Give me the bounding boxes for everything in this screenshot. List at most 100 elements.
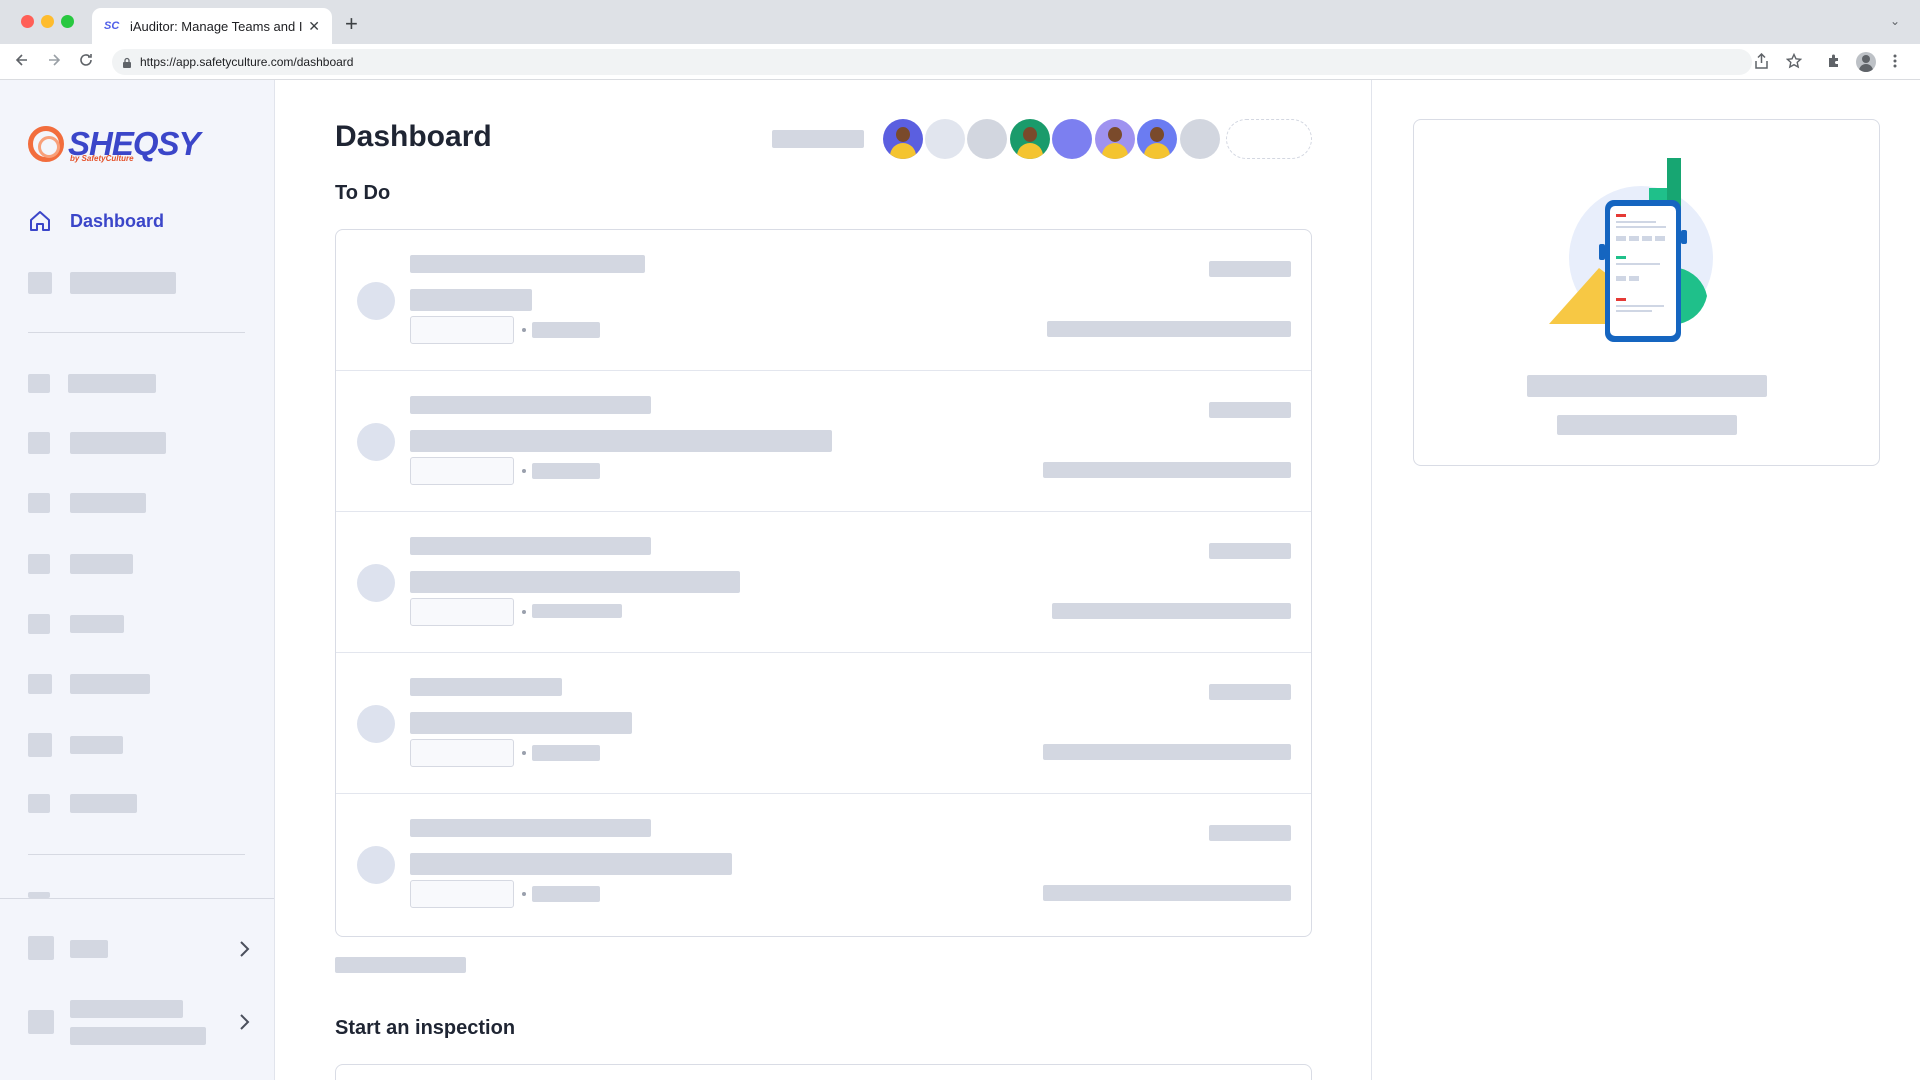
row-title-placeholder: [410, 396, 651, 414]
row-avatar-placeholder: [357, 282, 395, 320]
sidebar-item-icon-placeholder: [28, 936, 54, 960]
row-meta-placeholder: [532, 322, 600, 338]
sidebar-bottom-divider: [0, 898, 274, 899]
sidebar-item-placeholder: [70, 1027, 206, 1045]
sidebar-item-placeholder[interactable]: [70, 554, 133, 574]
row-meta-placeholder: [532, 463, 600, 479]
row-meta-placeholder: [532, 886, 600, 902]
row-title-placeholder: [410, 819, 651, 837]
analytics-phone-illustration-icon: [1549, 158, 1713, 342]
row-separator-dot: [522, 751, 526, 755]
row-date-placeholder: [1209, 825, 1291, 841]
avatar[interactable]: [1095, 119, 1135, 159]
promo-card: [1413, 119, 1880, 466]
sidebar-divider: [28, 854, 245, 855]
sidebar-divider: [28, 332, 245, 333]
sidebar: SHEQSY by SafetyCulture Dashboard: [0, 80, 275, 1080]
row-status-placeholder: [1043, 885, 1291, 901]
chevron-right-icon[interactable]: [238, 940, 250, 958]
sidebar-item-icon-placeholder: [28, 493, 50, 513]
start-inspection-card[interactable]: [335, 1064, 1312, 1080]
sidebar-item-icon-placeholder: [28, 432, 50, 454]
tab-close-icon[interactable]: ✕: [308, 18, 320, 35]
reload-icon[interactable]: [78, 52, 94, 68]
avatar[interactable]: [925, 119, 965, 159]
todo-row[interactable]: [336, 512, 1311, 653]
profile-icon[interactable]: [1856, 52, 1876, 72]
row-date-placeholder: [1209, 543, 1291, 559]
avatar[interactable]: [1137, 119, 1177, 159]
app-root: SHEQSY by SafetyCulture Dashboard Dashbo…: [0, 80, 1920, 1080]
sidebar-item-placeholder[interactable]: [70, 940, 108, 958]
sidebar-item-placeholder[interactable]: [70, 736, 123, 754]
row-separator-dot: [522, 328, 526, 332]
right-panel: [1372, 80, 1920, 1080]
sidebar-item-icon-placeholder: [28, 1010, 54, 1034]
browser-tab-active[interactable]: SC iAuditor: Manage Teams and Inspection…: [92, 8, 332, 44]
sidebar-item-placeholder[interactable]: [70, 493, 146, 513]
avatar[interactable]: [967, 119, 1007, 159]
sidebar-item-placeholder[interactable]: [68, 374, 156, 393]
sidebar-item-placeholder[interactable]: [70, 1000, 183, 1018]
row-avatar-placeholder: [357, 705, 395, 743]
row-date-placeholder: [1209, 261, 1291, 277]
todo-row[interactable]: [336, 653, 1311, 794]
row-avatar-placeholder: [357, 564, 395, 602]
add-member-placeholder[interactable]: [1226, 119, 1312, 159]
row-subtitle-placeholder: [410, 430, 832, 452]
lock-icon: [123, 57, 131, 68]
start-inspection-title: Start an inspection: [335, 1017, 516, 1039]
sidebar-item-placeholder[interactable]: [70, 432, 166, 454]
minimize-window-button[interactable]: [41, 15, 54, 28]
sidebar-item-dashboard[interactable]: Dashboard: [28, 208, 164, 234]
row-subtitle-placeholder: [410, 853, 732, 875]
tab-title: iAuditor: Manage Teams and Inspections: [130, 18, 302, 34]
browser-tab-bar: SC iAuditor: Manage Teams and Inspection…: [0, 0, 1920, 44]
back-icon[interactable]: [14, 52, 30, 68]
row-subtitle-placeholder: [410, 712, 632, 734]
forward-icon[interactable]: [46, 52, 62, 68]
maximize-window-button[interactable]: [61, 15, 74, 28]
todo-row[interactable]: [336, 230, 1311, 371]
promo-subtitle-placeholder: [1557, 415, 1737, 435]
star-icon[interactable]: [1786, 53, 1802, 69]
avatar[interactable]: [1010, 119, 1050, 159]
logo-ring-icon: [28, 126, 64, 162]
row-avatar-placeholder: [357, 423, 395, 461]
main-content: Dashboard To Do Start an inspection: [275, 80, 1372, 1080]
row-subtitle-placeholder: [410, 289, 532, 311]
kebab-menu-icon[interactable]: [1892, 53, 1898, 69]
new-tab-icon[interactable]: +: [345, 11, 358, 37]
avatar[interactable]: [1052, 119, 1092, 159]
sidebar-item-placeholder[interactable]: [70, 272, 176, 294]
todo-row[interactable]: [336, 371, 1311, 512]
row-tag-placeholder: [410, 880, 514, 908]
row-title-placeholder: [410, 255, 645, 273]
row-separator-dot: [522, 469, 526, 473]
sidebar-item-icon-placeholder: [28, 794, 50, 813]
sidebar-item-label: Dashboard: [70, 210, 165, 231]
row-title-placeholder: [410, 678, 562, 696]
url-text: https://app.safetyculture.com/dashboard: [140, 55, 354, 69]
row-meta-placeholder: [532, 604, 622, 618]
avatar[interactable]: [883, 119, 923, 159]
sidebar-item-icon-placeholder: [28, 733, 52, 757]
sidebar-item-placeholder[interactable]: [70, 615, 124, 633]
home-icon: [30, 211, 50, 231]
sidebar-item-placeholder[interactable]: [70, 674, 150, 694]
view-all-placeholder[interactable]: [335, 957, 466, 973]
address-bar[interactable]: https://app.safetyculture.com/dashboard: [112, 49, 1752, 75]
row-status-placeholder: [1047, 321, 1291, 337]
avatar[interactable]: [1180, 119, 1220, 159]
close-window-button[interactable]: [21, 15, 34, 28]
row-tag-placeholder: [410, 457, 514, 485]
logo-subtitle: by SafetyCulture: [70, 154, 134, 163]
tab-search-icon[interactable]: ⌄: [1890, 14, 1900, 28]
sidebar-item-placeholder[interactable]: [70, 794, 137, 813]
row-title-placeholder: [410, 537, 651, 555]
share-icon[interactable]: [1754, 53, 1769, 69]
sidebar-item-icon-placeholder: [28, 374, 50, 393]
todo-row[interactable]: [336, 794, 1311, 935]
chevron-right-icon[interactable]: [238, 1013, 250, 1031]
extensions-icon[interactable]: [1826, 53, 1842, 69]
